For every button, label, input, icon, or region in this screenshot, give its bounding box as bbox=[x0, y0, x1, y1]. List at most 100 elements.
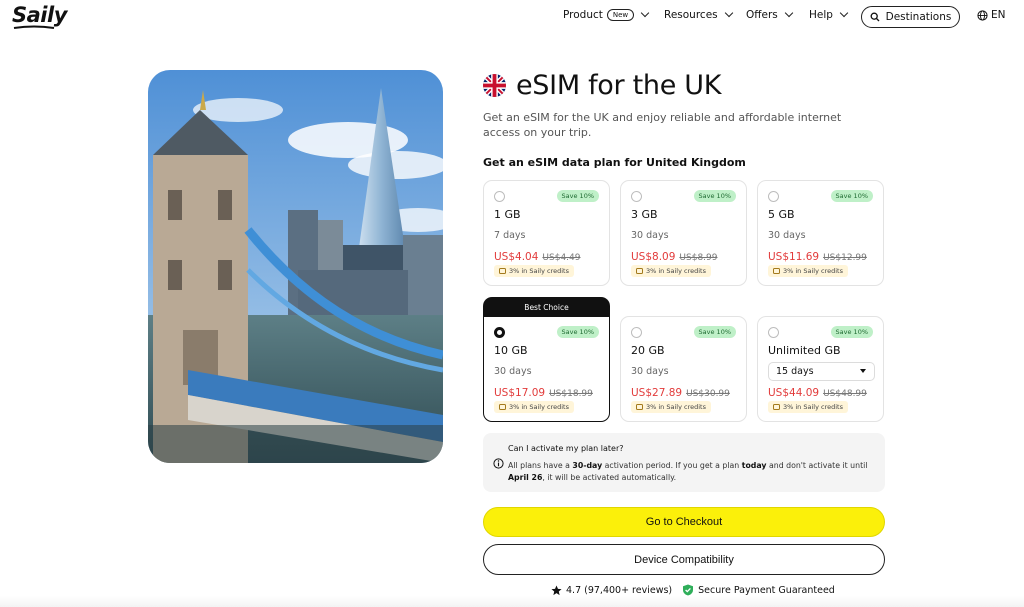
page-title-row: eSIM for the UK bbox=[483, 70, 721, 101]
plan-price-current: US$17.09 bbox=[494, 387, 546, 399]
nav-help[interactable]: Help bbox=[809, 8, 849, 21]
shield-check-icon bbox=[683, 584, 694, 596]
rating-text: 4.7 (97,400+ reviews) bbox=[566, 584, 673, 596]
wallet-icon bbox=[636, 404, 643, 410]
plan-card-3gb[interactable]: Save 10% 3 GB 30 days US$8.09 US$8.99 3% … bbox=[620, 180, 747, 286]
info-answer-part: All plans have a bbox=[508, 461, 573, 470]
plan-card-5gb[interactable]: Save 10% 5 GB 30 days US$11.69 US$12.99 3… bbox=[757, 180, 884, 286]
credits-text: 3% in Saily credits bbox=[646, 267, 706, 275]
nav-help-label: Help bbox=[809, 9, 833, 21]
device-compatibility-button[interactable]: Device Compatibility bbox=[483, 544, 885, 575]
plan-duration: 30 days bbox=[494, 366, 532, 377]
chevron-down-icon bbox=[724, 8, 733, 18]
saily-logo[interactable]: Saily bbox=[12, 3, 67, 27]
plan-price-current: US$44.09 bbox=[768, 387, 820, 399]
search-icon bbox=[870, 12, 880, 22]
plan-radio[interactable] bbox=[494, 191, 505, 202]
plan-radio[interactable] bbox=[631, 327, 642, 338]
plan-data: Unlimited GB bbox=[768, 344, 841, 357]
info-answer-bold: April 26 bbox=[508, 473, 543, 482]
wallet-icon bbox=[636, 268, 643, 274]
secure-text: Secure Payment Guaranteed bbox=[698, 584, 835, 596]
plan-duration: 30 days bbox=[768, 230, 806, 241]
save-badge: Save 10% bbox=[693, 190, 736, 202]
destinations-button[interactable]: Destinations bbox=[861, 6, 960, 28]
plan-data: 5 GB bbox=[768, 208, 795, 221]
plan-price: US$8.09 US$8.99 bbox=[631, 251, 718, 263]
credits-badge: 3% in Saily credits bbox=[494, 265, 574, 277]
wallet-icon bbox=[499, 404, 506, 410]
plan-radio-selected[interactable] bbox=[494, 327, 505, 338]
credits-text: 3% in Saily credits bbox=[783, 267, 843, 275]
nav-resources[interactable]: Resources bbox=[664, 8, 733, 21]
plan-price: US$4.04 US$4.49 bbox=[494, 251, 581, 263]
plan-duration: 7 days bbox=[494, 230, 526, 241]
chevron-down-icon bbox=[784, 8, 793, 18]
plan-card-10gb[interactable]: Save 10% 10 GB 30 days US$17.09 US$18.99 … bbox=[483, 316, 610, 422]
plan-price: US$27.89 US$30.99 bbox=[631, 387, 730, 399]
plan-data: 20 GB bbox=[631, 344, 665, 357]
plan-price-old: US$30.99 bbox=[686, 389, 730, 399]
plan-price: US$17.09 US$18.99 bbox=[494, 387, 593, 399]
hero-image-london bbox=[148, 70, 443, 463]
credits-badge: 3% in Saily credits bbox=[631, 401, 711, 413]
plan-price-old: US$8.99 bbox=[679, 253, 718, 263]
activation-info-box: Can I activate my plan later? All plans … bbox=[483, 433, 885, 492]
language-label: EN bbox=[991, 9, 1006, 21]
info-question: Can I activate my plan later? bbox=[508, 444, 624, 453]
plan-radio[interactable] bbox=[631, 191, 642, 202]
plan-price-old: US$18.99 bbox=[549, 389, 593, 399]
plan-price-current: US$4.04 bbox=[494, 251, 539, 263]
plan-card-unlimited[interactable]: Save 10% Unlimited GB 15 days US$44.09 US… bbox=[757, 316, 884, 422]
plan-price: US$44.09 US$48.99 bbox=[768, 387, 867, 399]
wallet-icon bbox=[773, 404, 780, 410]
nav-offers-label: Offers bbox=[746, 9, 778, 21]
info-answer-part: and don't activate it until bbox=[766, 461, 868, 470]
save-badge: Save 10% bbox=[556, 190, 599, 202]
site-header: Saily Product New Resources Offers Help … bbox=[0, 0, 1024, 34]
page-subtitle: Get an eSIM for the UK and enjoy reliabl… bbox=[483, 111, 842, 139]
credits-text: 3% in Saily credits bbox=[509, 403, 569, 411]
nav-product[interactable]: Product New bbox=[563, 8, 650, 21]
credits-badge: 3% in Saily credits bbox=[631, 265, 711, 277]
plan-card-1gb[interactable]: Save 10% 1 GB 7 days US$4.04 US$4.49 3% i… bbox=[483, 180, 610, 286]
info-answer-bold: 30-day bbox=[572, 461, 603, 470]
caret-down-icon bbox=[860, 369, 866, 373]
plan-data: 3 GB bbox=[631, 208, 658, 221]
nav-offers[interactable]: Offers bbox=[746, 8, 793, 21]
credits-badge: 3% in Saily credits bbox=[768, 401, 848, 413]
save-badge: Save 10% bbox=[556, 326, 599, 338]
credits-badge: 3% in Saily credits bbox=[768, 265, 848, 277]
plan-radio[interactable] bbox=[768, 191, 779, 202]
nav-resources-label: Resources bbox=[664, 9, 718, 21]
plan-radio[interactable] bbox=[768, 327, 779, 338]
info-answer-bold: today bbox=[741, 461, 767, 470]
star-icon bbox=[551, 584, 562, 595]
info-answer: All plans have a 30-day activation perio… bbox=[508, 460, 878, 484]
plan-price-current: US$27.89 bbox=[631, 387, 683, 399]
new-badge: New bbox=[606, 9, 635, 21]
plan-price-current: US$11.69 bbox=[768, 251, 820, 263]
page-title: eSIM for the UK bbox=[516, 70, 722, 101]
plan-card-20gb[interactable]: Save 10% 20 GB 30 days US$27.89 US$30.99 … bbox=[620, 316, 747, 422]
plan-price: US$11.69 US$12.99 bbox=[768, 251, 867, 263]
plan-price-old: US$48.99 bbox=[823, 389, 867, 399]
wallet-icon bbox=[773, 268, 780, 274]
plan-data: 1 GB bbox=[494, 208, 521, 221]
trust-row: 4.7 (97,400+ reviews) Secure Payment Gua… bbox=[551, 584, 835, 596]
best-choice-banner: Best Choice bbox=[483, 297, 610, 317]
checkout-button[interactable]: Go to Checkout bbox=[483, 507, 885, 537]
save-badge: Save 10% bbox=[693, 326, 736, 338]
plan-price-old: US$4.49 bbox=[542, 253, 581, 263]
days-dropdown-value: 15 days bbox=[776, 366, 814, 377]
info-answer-part: , it will be activated automatically. bbox=[542, 473, 677, 482]
language-selector[interactable]: EN bbox=[977, 9, 1011, 21]
info-icon bbox=[493, 458, 504, 469]
chevron-down-icon bbox=[640, 8, 650, 18]
plan-duration: 30 days bbox=[631, 230, 669, 241]
days-dropdown[interactable]: 15 days bbox=[768, 362, 875, 381]
destinations-label: Destinations bbox=[885, 11, 952, 23]
logo-underline-swoosh bbox=[13, 25, 55, 29]
info-answer-part: activation period. If you get a plan bbox=[602, 461, 742, 470]
plans-heading: Get an eSIM data plan for United Kingdom bbox=[483, 156, 746, 169]
